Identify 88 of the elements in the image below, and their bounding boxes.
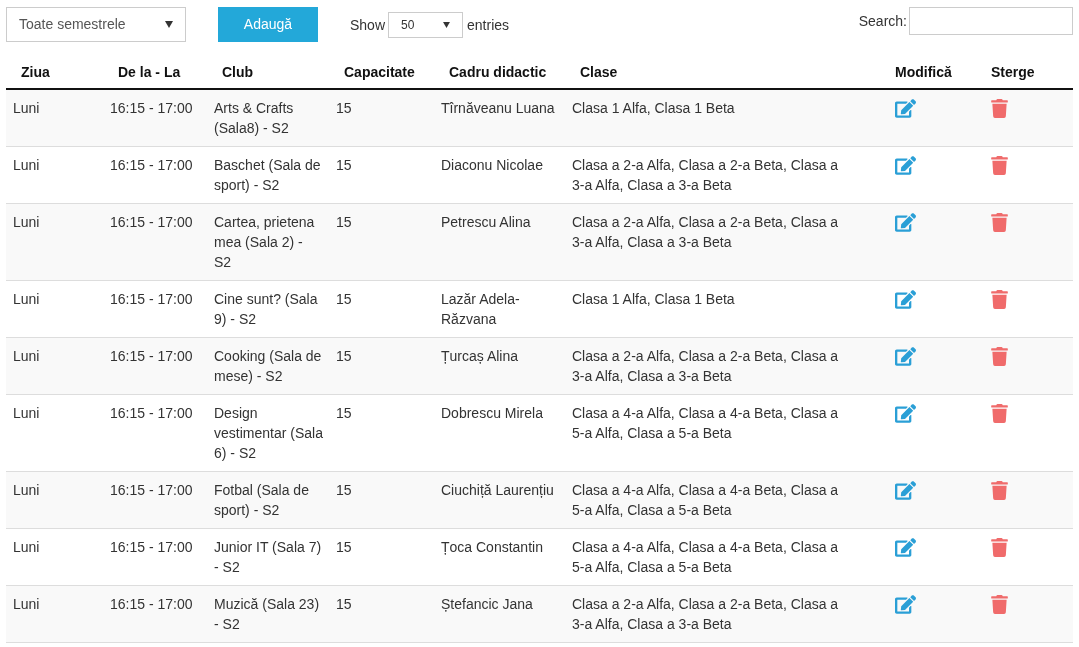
- edit-icon[interactable]: [895, 156, 916, 175]
- club-cell: Junior IT (Sala 7) - S2: [214, 539, 322, 575]
- show-label: Show: [350, 15, 386, 35]
- column-header: Club: [222, 63, 254, 80]
- teacher-cell: Petrescu Alina: [441, 214, 531, 230]
- edit-icon[interactable]: [895, 347, 916, 366]
- teacher-cell: Ciuchiță Laurențiu: [441, 482, 554, 498]
- time-cell: 16:15 - 17:00: [110, 100, 193, 116]
- column-header: Cadru didactic: [449, 63, 547, 80]
- teacher-cell: Lazăr Adela-Răzvana: [441, 291, 520, 327]
- capacity-cell: 15: [336, 348, 352, 364]
- classes-cell: Clasa a 2-a Alfa, Clasa a 2-a Beta, Clasa a 3-a Alfa, Clasa a 3-a Beta: [572, 596, 839, 632]
- semester-select[interactable]: Toate semestrele: [6, 7, 186, 42]
- edit-icon[interactable]: [895, 481, 916, 500]
- column-header: Clase: [580, 63, 618, 80]
- classes-cell: Clasa 1 Alfa, Clasa 1 Beta: [572, 291, 735, 307]
- club-cell: Design vestimentar (Sala 6) - S2: [214, 405, 323, 461]
- search-field[interactable]: [909, 7, 1073, 35]
- edit-icon[interactable]: [895, 404, 916, 423]
- trash-icon[interactable]: [991, 404, 1008, 423]
- club-cell: Fotbal (Sala de sport) - S2: [214, 482, 309, 518]
- trash-icon[interactable]: [991, 156, 1008, 175]
- trash-icon[interactable]: [991, 595, 1008, 614]
- day-cell: Luni: [13, 539, 40, 555]
- club-cell: Baschet (Sala de sport) - S2: [214, 157, 321, 193]
- day-cell: Luni: [13, 291, 40, 307]
- trash-icon[interactable]: [991, 290, 1008, 309]
- teacher-cell: Dobrescu Mirela: [441, 405, 543, 421]
- capacity-cell: 15: [336, 157, 352, 173]
- time-cell: 16:15 - 17:00: [110, 157, 193, 173]
- entries-select[interactable]: 50: [388, 12, 464, 38]
- capacity-cell: 15: [336, 405, 352, 421]
- column-header: Capacitate: [344, 63, 415, 80]
- capacity-cell: 15: [336, 482, 352, 498]
- trash-icon[interactable]: [991, 213, 1008, 232]
- column-header: Ziua: [21, 63, 50, 80]
- club-cell: Cooking (Sala de mese) - S2: [214, 348, 322, 384]
- time-cell: 16:15 - 17:00: [110, 291, 193, 307]
- teacher-cell: Diaconu Nicolae: [441, 157, 543, 173]
- classes-cell: Clasa a 4-a Alfa, Clasa a 4-a Beta, Clasa a 5-a Alfa, Clasa a 5-a Beta: [572, 539, 839, 575]
- day-cell: Luni: [13, 405, 40, 421]
- teacher-cell: Țoca Constantin: [441, 539, 543, 555]
- day-cell: Luni: [13, 482, 40, 498]
- trash-icon[interactable]: [991, 99, 1008, 118]
- club-cell: Arts & Crafts (Sala8) - S2: [214, 100, 294, 136]
- edit-icon[interactable]: [895, 538, 916, 557]
- teacher-cell: Tîrnăveanu Luana: [441, 100, 555, 116]
- capacity-cell: 15: [336, 291, 352, 307]
- edit-icon[interactable]: [895, 99, 916, 118]
- teacher-cell: Ștefancic Jana: [441, 596, 533, 612]
- time-cell: 16:15 - 17:00: [110, 596, 193, 612]
- classes-cell: Clasa 1 Alfa, Clasa 1 Beta: [572, 100, 735, 116]
- capacity-cell: 15: [336, 100, 352, 116]
- day-cell: Luni: [13, 214, 40, 230]
- time-cell: 16:15 - 17:00: [110, 539, 193, 555]
- column-header: Sterge: [991, 63, 1035, 80]
- capacity-cell: 15: [336, 214, 352, 230]
- teacher-cell: Țurcaș Alina: [441, 348, 519, 364]
- search-label: Search:: [858, 11, 907, 31]
- edit-icon[interactable]: [895, 595, 916, 614]
- classes-cell: Clasa a 2-a Alfa, Clasa a 2-a Beta, Clasa a 3-a Alfa, Clasa a 3-a Beta: [572, 214, 839, 250]
- capacity-cell: 15: [336, 596, 352, 612]
- caret-icon: [443, 22, 451, 28]
- trash-icon[interactable]: [991, 481, 1008, 500]
- classes-cell: Clasa a 4-a Alfa, Clasa a 4-a Beta, Clasa a 5-a Alfa, Clasa a 5-a Beta: [572, 482, 839, 518]
- caret-icon: [165, 21, 173, 28]
- trash-icon[interactable]: [991, 347, 1008, 366]
- time-cell: 16:15 - 17:00: [110, 348, 193, 364]
- day-cell: Luni: [13, 100, 40, 116]
- day-cell: Luni: [13, 348, 40, 364]
- classes-cell: Clasa a 4-a Alfa, Clasa a 4-a Beta, Clasa a 5-a Alfa, Clasa a 5-a Beta: [572, 405, 839, 441]
- column-header: De la - La: [118, 63, 181, 80]
- day-cell: Luni: [13, 157, 40, 173]
- club-cell: Cine sunt? (Sala 9) - S2: [214, 291, 318, 327]
- entries-label: entries: [467, 15, 510, 35]
- trash-icon[interactable]: [991, 538, 1008, 557]
- club-cell: Cartea, prietena mea (Sala 2) - S2: [214, 214, 315, 270]
- edit-icon[interactable]: [895, 213, 916, 232]
- classes-cell: Clasa a 2-a Alfa, Clasa a 2-a Beta, Clasa a 3-a Alfa, Clasa a 3-a Beta: [572, 348, 839, 384]
- day-cell: Luni: [13, 596, 40, 612]
- time-cell: 16:15 - 17:00: [110, 214, 193, 230]
- time-cell: 16:15 - 17:00: [110, 405, 193, 421]
- club-cell: Muzică (Sala 23) - S2: [214, 596, 320, 632]
- time-cell: 16:15 - 17:00: [110, 482, 193, 498]
- capacity-cell: 15: [336, 539, 352, 555]
- classes-cell: Clasa a 2-a Alfa, Clasa a 2-a Beta, Clasa a 3-a Alfa, Clasa a 3-a Beta: [572, 157, 839, 193]
- column-header: Modifică: [895, 63, 952, 80]
- edit-icon[interactable]: [895, 290, 916, 309]
